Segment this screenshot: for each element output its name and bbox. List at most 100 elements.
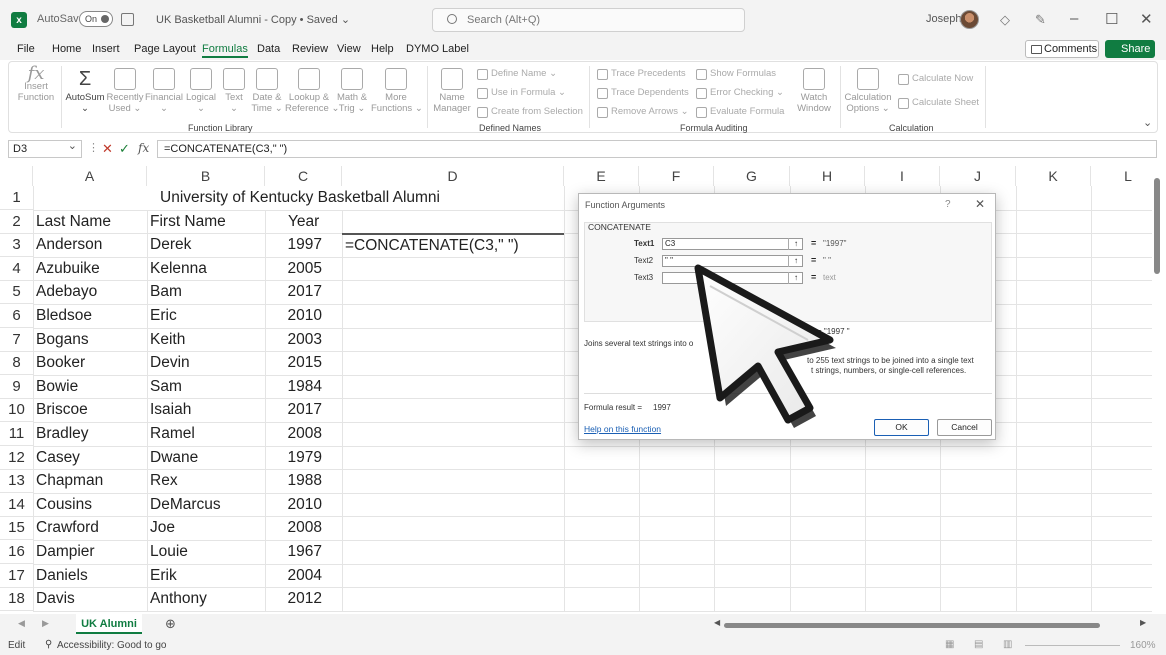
row-header[interactable]: 14 bbox=[0, 493, 33, 517]
cell-last-name[interactable]: Bledsoe bbox=[33, 304, 147, 328]
cell-last-name[interactable]: Daniels bbox=[33, 564, 147, 588]
row-header[interactable]: 1 bbox=[0, 186, 33, 210]
more-options-icon[interactable]: ⋮ bbox=[88, 141, 99, 154]
formula-input[interactable]: =CONCATENATE(C3," ") bbox=[157, 140, 1157, 158]
header-last-name[interactable]: Last Name bbox=[33, 210, 147, 234]
create-from-selection-button[interactable]: Create from Selection bbox=[477, 106, 583, 118]
column-header-g[interactable]: G bbox=[714, 166, 790, 186]
logical-button[interactable]: Logical ⌄ bbox=[183, 68, 219, 114]
menu-formulas[interactable]: Formulas bbox=[202, 43, 248, 58]
calculate-sheet-button[interactable]: Calculate Sheet bbox=[898, 97, 979, 109]
cell-first-name[interactable]: Rex bbox=[147, 469, 265, 493]
row-header[interactable]: 4 bbox=[0, 257, 33, 281]
maximize-icon[interactable]: ☐ bbox=[1105, 10, 1118, 28]
cell-year[interactable]: 2005 bbox=[265, 257, 325, 281]
diamond-icon[interactable]: ◇ bbox=[1000, 12, 1010, 28]
normal-view-icon[interactable]: ▦ bbox=[945, 639, 954, 650]
cell-first-name[interactable]: Erik bbox=[147, 564, 265, 588]
confirm-entry-icon[interactable]: ✓ bbox=[119, 141, 130, 157]
horizontal-scroll-thumb[interactable] bbox=[724, 623, 1100, 628]
cell-last-name[interactable]: Cousins bbox=[33, 493, 147, 517]
financial-button[interactable]: Financial ⌄ bbox=[145, 68, 183, 114]
cell-last-name[interactable]: Bowie bbox=[33, 375, 147, 399]
cell-first-name[interactable]: DeMarcus bbox=[147, 493, 265, 517]
dialog-help-icon[interactable]: ? bbox=[945, 199, 951, 210]
menu-dymo-label[interactable]: DYMO Label bbox=[406, 43, 469, 55]
cell-year[interactable]: 2004 bbox=[265, 564, 325, 588]
name-manager-button[interactable]: Name Manager bbox=[433, 68, 471, 114]
pen-icon[interactable]: ✎ bbox=[1035, 12, 1046, 28]
cell-first-name[interactable]: Devin bbox=[147, 351, 265, 375]
row-header[interactable]: 9 bbox=[0, 375, 33, 399]
ok-button[interactable]: OK bbox=[874, 419, 929, 436]
date-time-button[interactable]: Date & Time ⌄ bbox=[249, 68, 285, 114]
menu-home[interactable]: Home bbox=[52, 43, 81, 55]
cell-year[interactable]: 2017 bbox=[265, 398, 325, 422]
menu-insert[interactable]: Insert bbox=[92, 43, 120, 55]
cell-year[interactable]: 2003 bbox=[265, 328, 325, 352]
menu-page-layout[interactable]: Page Layout bbox=[134, 43, 196, 55]
dialog-close-icon[interactable]: ✕ bbox=[975, 197, 985, 211]
column-header-a[interactable]: A bbox=[33, 166, 147, 186]
math-trig-button[interactable]: Math & Trig ⌄ bbox=[334, 68, 370, 114]
cell-first-name[interactable]: Joe bbox=[147, 516, 265, 540]
menu-view[interactable]: View bbox=[337, 43, 361, 55]
add-sheet-icon[interactable]: ⊕ bbox=[165, 616, 176, 632]
row-header[interactable]: 5 bbox=[0, 280, 33, 305]
row-header[interactable]: 3 bbox=[0, 233, 33, 258]
more-functions-button[interactable]: More Functions ⌄ bbox=[371, 68, 423, 114]
help-on-function-link[interactable]: Help on this function bbox=[584, 424, 661, 434]
zoom-slider[interactable] bbox=[1025, 645, 1120, 646]
cell-last-name[interactable]: Booker bbox=[33, 351, 147, 375]
cell-year[interactable]: 1979 bbox=[265, 446, 325, 470]
cell-last-name[interactable]: Crawford bbox=[33, 516, 147, 540]
header-year[interactable]: Year bbox=[265, 210, 342, 234]
cell-year[interactable]: 2017 bbox=[265, 280, 325, 304]
cell-first-name[interactable]: Keith bbox=[147, 328, 265, 352]
zoom-level[interactable]: 160% bbox=[1130, 640, 1156, 651]
header-first-name[interactable]: First Name bbox=[147, 210, 265, 234]
text-button[interactable]: Text ⌄ bbox=[219, 68, 249, 114]
trace-dependents-button[interactable]: Trace Dependents bbox=[597, 87, 689, 99]
page-break-view-icon[interactable]: ▥ bbox=[1003, 639, 1012, 650]
cell-year[interactable]: 1997 bbox=[265, 233, 325, 257]
cell-first-name[interactable]: Derek bbox=[147, 233, 265, 257]
column-header-c[interactable]: C bbox=[265, 166, 342, 186]
row-header[interactable]: 2 bbox=[0, 210, 33, 234]
cell-year[interactable]: 2015 bbox=[265, 351, 325, 375]
show-formulas-button[interactable]: Show Formulas bbox=[696, 68, 776, 80]
autosum-button[interactable]: Σ AutoSum ⌄ bbox=[64, 68, 106, 114]
column-header-l[interactable]: L bbox=[1091, 166, 1152, 186]
insert-function-icon[interactable]: fx bbox=[138, 141, 149, 155]
cell-last-name[interactable]: Chapman bbox=[33, 469, 147, 493]
cell-year[interactable]: 2008 bbox=[265, 516, 325, 540]
menu-help[interactable]: Help bbox=[371, 43, 394, 55]
row-header[interactable]: 18 bbox=[0, 587, 33, 612]
cell-last-name[interactable]: Davis bbox=[33, 587, 147, 611]
cell-year[interactable]: 2012 bbox=[265, 587, 325, 611]
cell-year[interactable]: 2010 bbox=[265, 304, 325, 328]
sheet-title-cell[interactable]: University of Kentucky Basketball Alumni bbox=[33, 186, 564, 210]
column-header-f[interactable]: F bbox=[639, 166, 714, 186]
use-in-formula-button[interactable]: Use in Formula ⌄ bbox=[477, 87, 566, 99]
scroll-right-icon[interactable]: ▶ bbox=[1140, 618, 1146, 627]
cell-first-name[interactable]: Louie bbox=[147, 540, 265, 564]
cell-first-name[interactable]: Dwane bbox=[147, 446, 265, 470]
cancel-button[interactable]: Cancel bbox=[937, 419, 992, 436]
scroll-left-icon[interactable]: ◀ bbox=[714, 618, 720, 627]
row-header[interactable]: 16 bbox=[0, 540, 33, 564]
cancel-entry-icon[interactable]: ✕ bbox=[102, 141, 113, 157]
lookup-reference-button[interactable]: Lookup & Reference ⌄ bbox=[285, 68, 339, 114]
cell-first-name[interactable]: Eric bbox=[147, 304, 265, 328]
insert-function-button[interactable]: fx Insert Function bbox=[15, 65, 57, 104]
cell-last-name[interactable]: Dampier bbox=[33, 540, 147, 564]
cell-first-name[interactable]: Kelenna bbox=[147, 257, 265, 281]
row-header[interactable]: 12 bbox=[0, 446, 33, 470]
calculate-now-button[interactable]: Calculate Now bbox=[898, 73, 973, 85]
avatar[interactable] bbox=[960, 10, 979, 29]
vertical-scroll-thumb[interactable] bbox=[1154, 178, 1160, 274]
accessibility-status[interactable]: Accessibility: Good to go bbox=[57, 640, 167, 651]
page-layout-view-icon[interactable]: ▤ bbox=[974, 639, 983, 650]
sheet-tab-uk-alumni[interactable]: UK Alumni bbox=[76, 614, 142, 634]
error-checking-button[interactable]: Error Checking ⌄ bbox=[696, 87, 784, 99]
